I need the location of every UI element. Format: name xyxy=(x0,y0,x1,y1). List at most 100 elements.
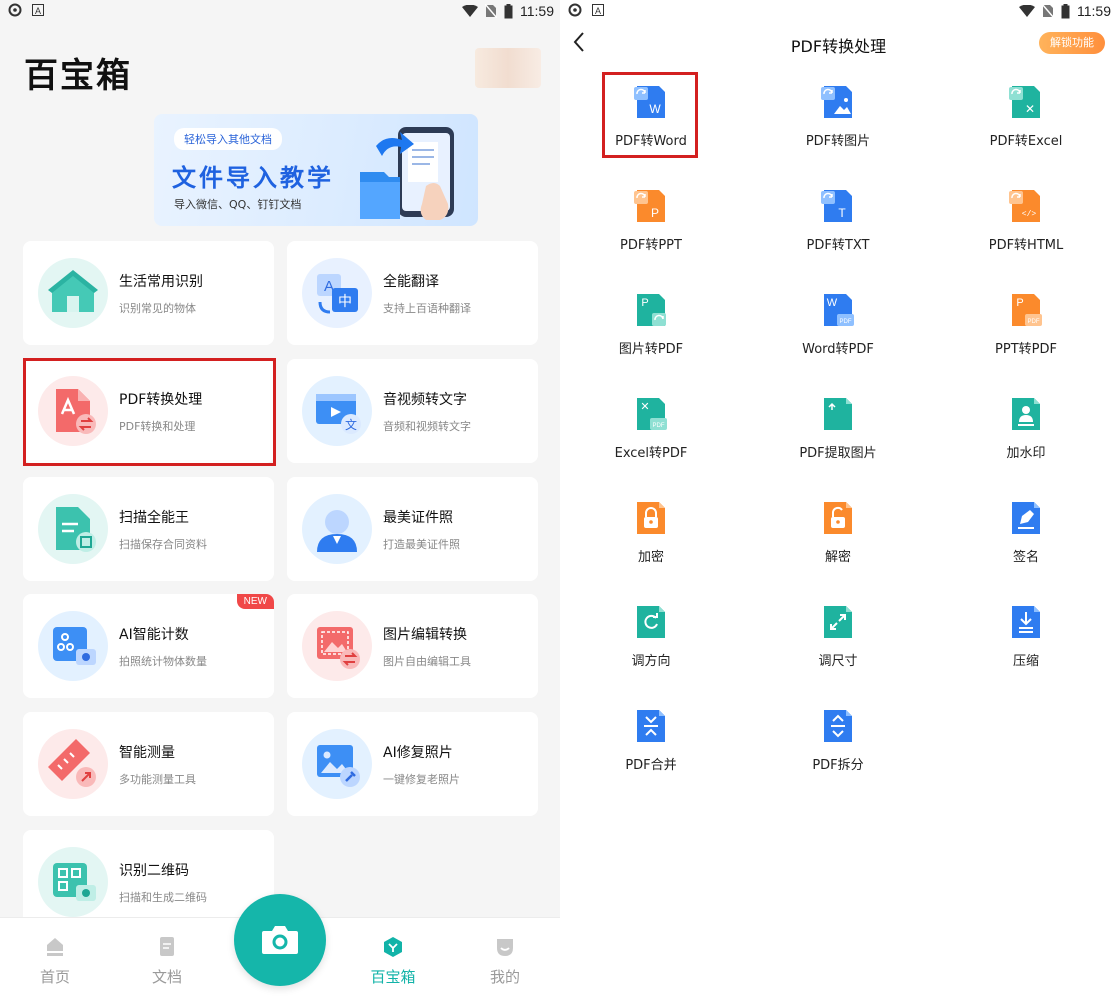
svg-text:T: T xyxy=(838,206,846,220)
compress-icon xyxy=(1012,606,1040,638)
battery-icon xyxy=(1061,3,1070,18)
tool-label: 签名 xyxy=(1012,550,1039,565)
tool-label: Excel转PDF xyxy=(614,446,688,461)
pdf-to-html-icon: </> xyxy=(1009,190,1040,222)
ruler-icon xyxy=(48,739,96,787)
pdf-convert-screen: A 11:59 PDF转换处理 解锁功能 W PDF转Word PDF转图片 ✕… xyxy=(560,0,1117,1001)
svg-text:A: A xyxy=(595,6,601,16)
tool-excel-to-pdf[interactable]: ✕ PDF Excel转PDF xyxy=(576,396,726,496)
nav-label: 我的 xyxy=(489,968,520,986)
a-notification-icon: A xyxy=(592,4,604,16)
card-title: 生活常用识别 xyxy=(119,274,203,290)
battery-icon xyxy=(504,3,513,18)
card-measure[interactable]: 智能测量 多功能测量工具 xyxy=(23,712,274,816)
app-notification-icon xyxy=(568,3,582,17)
card-title: 全能翻译 xyxy=(383,274,439,290)
card-title: AI修复照片 xyxy=(383,745,453,761)
svg-text:中: 中 xyxy=(338,294,352,310)
unlock-features-button[interactable]: 解锁功能 xyxy=(1039,32,1105,54)
card-subtitle: 多功能测量工具 xyxy=(119,773,196,786)
split-icon xyxy=(824,710,852,742)
tool-label: PDF拆分 xyxy=(812,758,864,773)
svg-text:PDF: PDF xyxy=(653,423,665,429)
card-title: AI智能计数 xyxy=(119,627,189,643)
card-subtitle: 拍照统计物体数量 xyxy=(119,655,207,668)
card-subtitle: 一键修复老照片 xyxy=(383,773,460,786)
card-scanner[interactable]: 扫描全能王 扫描保存合同资料 xyxy=(23,477,274,581)
ppt-to-pdf-icon: P PDF xyxy=(1012,294,1042,326)
card-subtitle: 图片自由编辑工具 xyxy=(383,655,471,668)
tool-pdf-to-ppt[interactable]: P PDF转PPT xyxy=(576,188,726,288)
card-translate[interactable]: A中 全能翻译 支持上百语种翻译 xyxy=(287,241,538,345)
toolbox-icon xyxy=(384,937,402,957)
resize-icon xyxy=(824,606,852,638)
card-video-to-text[interactable]: 文 音视频转文字 音频和视频转文字 xyxy=(287,359,538,463)
svg-text:A: A xyxy=(35,6,41,16)
svg-text:✕: ✕ xyxy=(1025,102,1035,116)
tool-label: 加水印 xyxy=(1006,446,1046,461)
card-title: 最美证件照 xyxy=(383,510,453,526)
tool-rotate[interactable]: 调方向 xyxy=(576,604,726,704)
tool-compress[interactable]: 压缩 xyxy=(951,604,1101,704)
card-photo-repair[interactable]: AI修复照片 一键修复老照片 xyxy=(287,712,538,816)
tool-decrypt[interactable]: 解密 xyxy=(763,500,913,600)
tool-pdf-split[interactable]: PDF拆分 xyxy=(763,708,913,808)
import-tutorial-banner[interactable]: 轻松导入其他文档 文件导入教学 导入微信、QQ、钉钉文档 xyxy=(154,114,478,226)
card-id-photo[interactable]: 最美证件照 打造最美证件照 xyxy=(287,477,538,581)
tool-pdf-to-txt[interactable]: T PDF转TXT xyxy=(763,188,913,288)
camera-button[interactable] xyxy=(234,894,326,986)
tool-ppt-to-pdf[interactable]: P PDF PPT转PDF xyxy=(951,292,1101,392)
scan-document-icon xyxy=(56,507,96,552)
tool-label: PDF转TXT xyxy=(806,238,870,253)
svg-text:PDF: PDF xyxy=(840,319,852,325)
tool-signature[interactable]: 签名 xyxy=(951,500,1101,600)
card-title: 智能测量 xyxy=(119,745,175,761)
tool-label: 解密 xyxy=(824,550,851,565)
decrypt-unlock-icon xyxy=(824,502,852,534)
card-title: 音视频转文字 xyxy=(383,392,467,408)
image-edit-icon xyxy=(317,627,360,669)
profile-icon xyxy=(497,939,513,956)
encrypt-lock-icon xyxy=(637,502,665,534)
card-ai-count[interactable]: NEW AI智能计数 拍照统计物体数量 xyxy=(23,594,274,698)
nav-toolbox[interactable]: 百宝箱 xyxy=(353,918,433,1001)
card-life-recognition[interactable]: 生活常用识别 识别常见的物体 xyxy=(23,241,274,345)
nav-label: 首页 xyxy=(39,968,70,986)
card-subtitle: 扫描保存合同资料 xyxy=(119,538,207,551)
merge-icon xyxy=(637,710,665,742)
card-image-edit[interactable]: 图片编辑转换 图片自由编辑工具 xyxy=(287,594,538,698)
svg-text:W: W xyxy=(827,297,838,309)
card-subtitle: 音频和视频转文字 xyxy=(383,420,471,433)
tool-pdf-merge[interactable]: PDF合并 xyxy=(576,708,726,808)
tool-label: PDF合并 xyxy=(625,758,677,773)
document-icon xyxy=(160,937,174,956)
tool-pdf-to-image[interactable]: PDF转图片 xyxy=(763,84,913,184)
tool-pdf-extract-image[interactable]: PDF提取图片 xyxy=(763,396,913,496)
tool-encrypt[interactable]: 加密 xyxy=(576,500,726,600)
tool-pdf-to-excel[interactable]: ✕ PDF转Excel xyxy=(951,84,1101,184)
svg-text:✕: ✕ xyxy=(640,400,649,413)
nav-documents[interactable]: 文档 xyxy=(127,918,207,1001)
tool-label: PPT转PDF xyxy=(995,342,1057,357)
nav-profile[interactable]: 我的 xyxy=(465,918,545,1001)
tool-word-to-pdf[interactable]: W PDF Word转PDF xyxy=(763,292,913,392)
id-photo-icon xyxy=(317,510,357,552)
pdf-extract-image-icon xyxy=(824,398,852,430)
avatar[interactable] xyxy=(475,48,541,88)
tool-image-to-pdf[interactable]: P 图片转PDF xyxy=(576,292,726,392)
no-sim-icon xyxy=(485,4,497,18)
status-bar: A 11:59 xyxy=(560,0,1117,22)
excel-to-pdf-icon: ✕ PDF xyxy=(637,398,667,430)
tool-label: Word转PDF xyxy=(802,342,874,357)
new-badge: NEW xyxy=(236,594,274,609)
tool-label: PDF转Excel xyxy=(989,134,1063,149)
tool-label: 调尺寸 xyxy=(818,654,858,669)
tool-resize[interactable]: 调尺寸 xyxy=(763,604,913,704)
nav-home[interactable]: 首页 xyxy=(15,918,95,1001)
svg-text:</>: </> xyxy=(1022,210,1037,219)
wifi-icon xyxy=(462,5,478,17)
tool-watermark[interactable]: 加水印 xyxy=(951,396,1101,496)
card-title: 扫描全能王 xyxy=(119,510,189,526)
card-subtitle: 扫描和生成二维码 xyxy=(119,891,207,904)
tool-pdf-to-html[interactable]: </> PDF转HTML xyxy=(951,188,1101,288)
